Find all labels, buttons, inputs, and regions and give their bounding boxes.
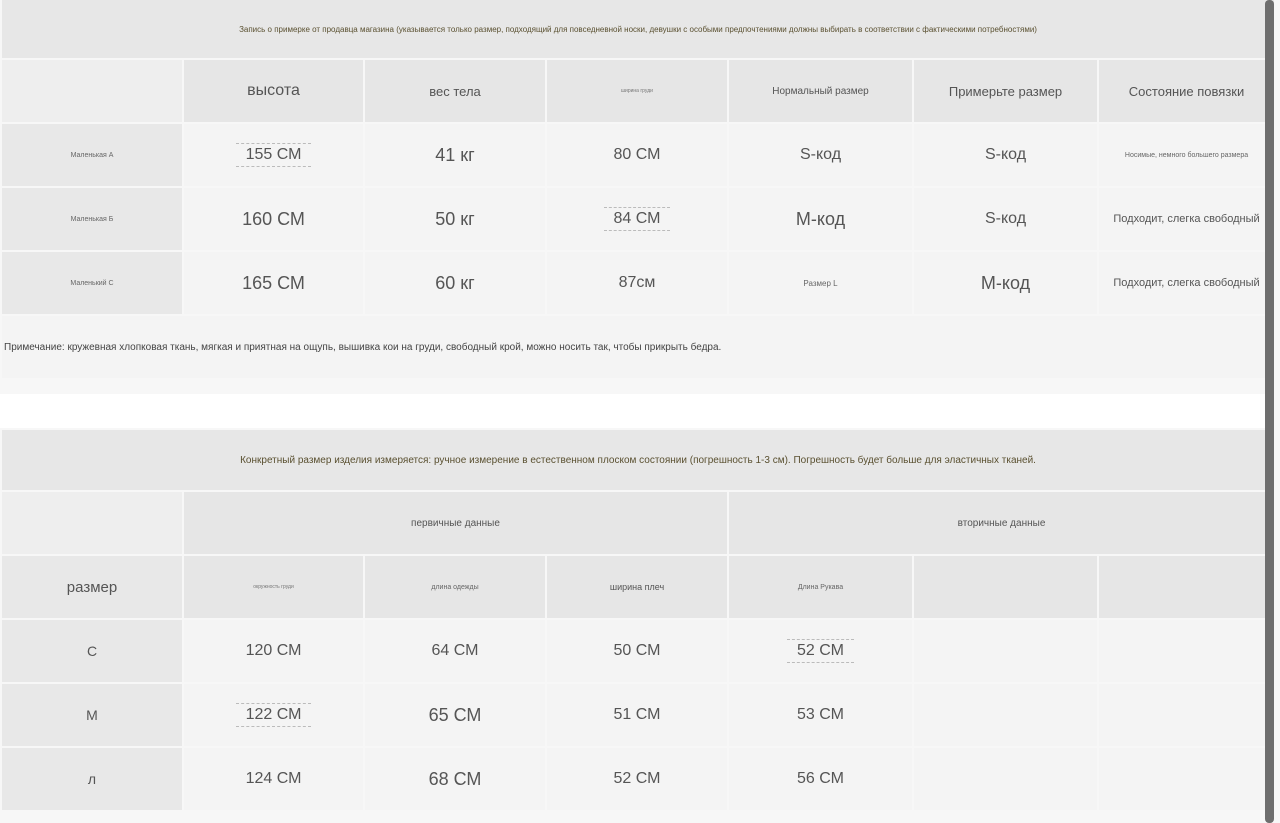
row-label: Маленькая Б <box>2 188 182 250</box>
sleeve-value: 56 СМ <box>729 748 912 810</box>
header-try-size: Примерьте размер <box>914 60 1097 122</box>
fit-table-note: Примечание: кружевная хлопковая ткань, м… <box>2 316 1275 378</box>
normal-size-value: М-код <box>729 188 912 250</box>
shoulder-value: 50 СМ <box>547 620 727 682</box>
header-weight: вес тела <box>365 60 545 122</box>
empty-cell <box>1099 748 1275 810</box>
empty-cell <box>914 748 1097 810</box>
header-bust: ширина груди <box>547 60 727 122</box>
fit-state-value: Подходит, слегка свободный <box>1099 188 1275 250</box>
page: Запись о примерке от продавца магазина (… <box>0 0 1280 823</box>
bust-value: 124 СМ <box>184 748 363 810</box>
size-value: л <box>2 748 182 810</box>
normal-size-value: S-код <box>729 124 912 186</box>
section-gap <box>0 394 1270 428</box>
bust-value: 80 СМ <box>547 124 727 186</box>
size-table: Конкретный размер изделия измеряется: ру… <box>0 428 1276 812</box>
header-fit-state: Состояние повязки <box>1099 60 1275 122</box>
size-value: М <box>2 684 182 746</box>
header-length: длина одежды <box>365 556 545 618</box>
group-primary-data: первичные данные <box>184 492 727 554</box>
fit-state-value: Подходит, слегка свободный <box>1099 252 1275 314</box>
height-value: 160 СМ <box>184 188 363 250</box>
try-size-value: S-код <box>914 124 1097 186</box>
header-sleeve: Длина Рукава <box>729 556 912 618</box>
fit-state-value: Носимые, немного большего размера <box>1099 124 1275 186</box>
table-row: л 124 СМ 68 СМ 52 СМ 56 СМ <box>2 748 1275 810</box>
size-header: размер <box>2 556 182 618</box>
empty-cell <box>914 620 1097 682</box>
length-value: 65 СМ <box>365 684 545 746</box>
header-height: высота <box>184 60 363 122</box>
table-row: С 120 СМ 64 СМ 50 СМ 52 СМ <box>2 620 1275 682</box>
header-bust: окружность груди <box>184 556 363 618</box>
table-row: М 122 СМ 65 СМ 51 СМ 53 СМ <box>2 684 1275 746</box>
weight-value: 41 кг <box>365 124 545 186</box>
try-size-value: М-код <box>914 252 1097 314</box>
fit-record-table: Запись о примерке от продавца магазина (… <box>0 0 1276 380</box>
row-label: Маленький С <box>2 252 182 314</box>
empty-cell <box>1099 684 1275 746</box>
empty-cell <box>1099 620 1275 682</box>
fit-table-banner: Запись о примерке от продавца магазина (… <box>2 0 1275 58</box>
table-row: Маленькая Б 160 СМ 50 кг 84 СМ М-код S-к… <box>2 188 1275 250</box>
empty-cell <box>914 684 1097 746</box>
empty-header-cell <box>1099 556 1275 618</box>
length-value: 64 СМ <box>365 620 545 682</box>
table-row: Маленькая А 155 СМ 41 кг 80 СМ S-код S-к… <box>2 124 1275 186</box>
weight-value: 60 кг <box>365 252 545 314</box>
table-row: Маленький С 165 СМ 60 кг 87см Размер L М… <box>2 252 1275 314</box>
bust-value: 120 СМ <box>184 620 363 682</box>
size-value: С <box>2 620 182 682</box>
sleeve-value: 53 СМ <box>729 684 912 746</box>
shoulder-value: 51 СМ <box>547 684 727 746</box>
fit-table-corner <box>2 60 182 122</box>
normal-size-value: Размер L <box>729 252 912 314</box>
weight-value: 50 кг <box>365 188 545 250</box>
header-normal-size: Нормальный размер <box>729 60 912 122</box>
size-table-banner: Конкретный размер изделия измеряется: ру… <box>2 430 1275 490</box>
bust-value: 84 СМ <box>603 207 671 231</box>
height-value: 155 СМ <box>235 143 312 167</box>
shoulder-value: 52 СМ <box>547 748 727 810</box>
try-size-value: S-код <box>914 188 1097 250</box>
header-shoulder: ширина плеч <box>547 556 727 618</box>
bust-value: 87см <box>547 252 727 314</box>
length-value: 68 СМ <box>365 748 545 810</box>
size-table-corner <box>2 492 182 554</box>
bust-value: 122 СМ <box>235 703 312 727</box>
group-secondary-data: вторичные данные <box>729 492 1275 554</box>
height-value: 165 СМ <box>184 252 363 314</box>
sleeve-value: 52 СМ <box>787 639 854 663</box>
vertical-scrollbar[interactable] <box>1265 0 1274 823</box>
empty-header-cell <box>914 556 1097 618</box>
row-label: Маленькая А <box>2 124 182 186</box>
